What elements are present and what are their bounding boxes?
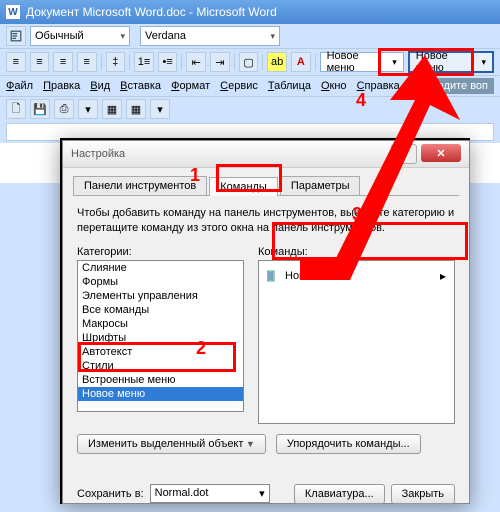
line-spacing-icon[interactable]: ‡ bbox=[106, 52, 126, 72]
list-item[interactable]: Встроенные меню bbox=[78, 373, 243, 387]
menu-view[interactable]: Вид bbox=[90, 80, 110, 92]
border-icon[interactable]: ▢ bbox=[239, 52, 259, 72]
font-selector[interactable]: Verdana bbox=[140, 26, 280, 46]
close-button[interactable]: Закрыть bbox=[391, 484, 455, 504]
reorder-button[interactable]: Упорядочить команды... bbox=[276, 434, 421, 454]
list-item[interactable]: Все команды bbox=[78, 303, 243, 317]
new-menu-button-2[interactable]: Новое меню bbox=[408, 51, 494, 73]
list-item[interactable]: Макросы bbox=[78, 317, 243, 331]
style-selector[interactable]: Обычный bbox=[30, 26, 130, 46]
menu-file[interactable]: Файл bbox=[6, 80, 33, 92]
font-color-icon[interactable]: A bbox=[291, 52, 311, 72]
list-item[interactable]: Шрифты bbox=[78, 331, 243, 345]
align-right-icon[interactable]: ≡ bbox=[53, 52, 73, 72]
standard-toolbar: 🗋 💾 ⎙ ▾ ▦ ▦ ▾ bbox=[0, 97, 500, 121]
menu-insert[interactable]: Вставка bbox=[120, 80, 161, 92]
save-in-selector[interactable]: Normal.dot bbox=[150, 484, 270, 503]
save-in-label: Сохранить в: bbox=[77, 488, 144, 500]
submenu-arrow-icon: ▸ bbox=[440, 269, 446, 283]
menu-edit[interactable]: Правка bbox=[43, 80, 80, 92]
toolbar-options-icon[interactable]: ▾ bbox=[150, 99, 170, 119]
indent-decrease-icon[interactable]: ⇤ bbox=[186, 52, 206, 72]
highlight-icon[interactable]: ab bbox=[267, 52, 287, 72]
dialog-title-bar: Настройка ? ✕ bbox=[63, 141, 469, 168]
menu-format[interactable]: Формат bbox=[171, 80, 210, 92]
menu-service[interactable]: Сервис bbox=[220, 80, 258, 92]
commands-label: Команды: bbox=[258, 246, 455, 258]
indent-increase-icon[interactable]: ⇥ bbox=[210, 52, 230, 72]
tab-toolbars[interactable]: Панели инструментов bbox=[73, 176, 207, 195]
menu-window[interactable]: Окно bbox=[321, 80, 347, 92]
list-item[interactable]: Формы bbox=[78, 275, 243, 289]
command-item-label: Новое меню bbox=[285, 270, 348, 282]
more-tools-icon[interactable]: ▾ bbox=[78, 99, 98, 119]
list-item[interactable]: Автотекст bbox=[78, 345, 243, 359]
close-window-button[interactable]: ✕ bbox=[421, 144, 461, 162]
new-menu-button-1[interactable]: Новое меню bbox=[320, 52, 404, 72]
help-button[interactable]: ? bbox=[391, 144, 417, 164]
word-icon: W bbox=[6, 5, 20, 19]
categories-label: Категории: bbox=[77, 246, 244, 258]
window-title: Документ Microsoft Word.doc - Microsoft … bbox=[26, 5, 277, 19]
dialog-title: Настройка bbox=[71, 148, 125, 160]
list-item[interactable]: Стили bbox=[78, 359, 243, 373]
insert-table-icon[interactable]: ▦ bbox=[126, 99, 146, 119]
style-switch-icon[interactable] bbox=[6, 26, 26, 46]
commands-listbox[interactable]: Новое меню ▸ bbox=[258, 260, 455, 424]
ask-question-box[interactable]: Введите воп bbox=[419, 78, 494, 94]
align-justify-icon[interactable]: ≡ bbox=[77, 52, 97, 72]
menu-help[interactable]: Справка bbox=[357, 80, 400, 92]
align-center-icon[interactable]: ≡ bbox=[30, 52, 50, 72]
list-item-selected[interactable]: Новое меню bbox=[78, 387, 243, 401]
align-left-icon[interactable]: ≡ bbox=[6, 52, 26, 72]
menu-bar: Файл Правка Вид Вставка Формат Сервис Та… bbox=[0, 76, 500, 97]
new-doc-icon[interactable]: 🗋 bbox=[6, 99, 26, 119]
tab-commands[interactable]: Команды bbox=[209, 177, 278, 196]
menu-icon bbox=[267, 270, 279, 282]
save-icon[interactable]: 💾 bbox=[30, 99, 50, 119]
instruction-text: Чтобы добавить команду на панель инструм… bbox=[77, 206, 455, 236]
bullet-list-icon[interactable]: •≡ bbox=[158, 52, 178, 72]
keyboard-button[interactable]: Клавиатура... bbox=[294, 484, 385, 504]
dialog-tabs: Панели инструментов Команды Параметры bbox=[73, 176, 459, 196]
print-icon[interactable]: ⎙ bbox=[54, 99, 74, 119]
change-object-button[interactable]: Изменить выделенный объект bbox=[77, 434, 266, 454]
list-item[interactable]: Слияние bbox=[78, 261, 243, 275]
list-item[interactable]: Элементы управления bbox=[78, 289, 243, 303]
paragraph-toolbar: ≡ ≡ ≡ ≡ ‡ 1≡ •≡ ⇤ ⇥ ▢ ab A Новое меню Но… bbox=[0, 49, 500, 76]
title-bar: W Документ Microsoft Word.doc - Microsof… bbox=[0, 0, 500, 24]
table-icon[interactable]: ▦ bbox=[102, 99, 122, 119]
command-item-new-menu[interactable]: Новое меню ▸ bbox=[265, 267, 448, 285]
menu-table[interactable]: Таблица bbox=[268, 80, 311, 92]
tab-params[interactable]: Параметры bbox=[280, 176, 361, 195]
formatting-toolbar: Обычный Verdana bbox=[0, 24, 500, 49]
numbered-list-icon[interactable]: 1≡ bbox=[134, 52, 154, 72]
categories-listbox[interactable]: Слияние Формы Элементы управления Все ко… bbox=[77, 260, 244, 412]
customize-dialog: Настройка ? ✕ Панели инструментов Команд… bbox=[60, 138, 470, 504]
